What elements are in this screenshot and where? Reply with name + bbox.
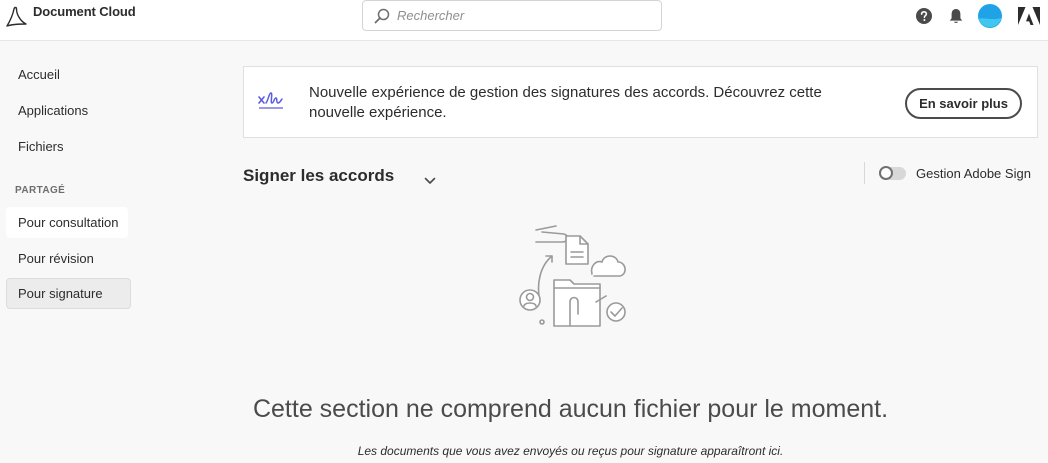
info-banner: Nouvelle expérience de gestion des signa… <box>243 66 1038 138</box>
empty-state-illustration <box>516 222 634 337</box>
toggle-label: Gestion Adobe Sign <box>916 166 1031 181</box>
agreements-dropdown[interactable]: Signer les accords <box>243 166 436 190</box>
adobe-logo-icon[interactable] <box>1018 7 1040 31</box>
empty-state-title: Cette section ne comprend aucun fichier … <box>252 395 889 423</box>
sidebar-item-pour-signature[interactable]: Pour signature <box>6 278 131 309</box>
help-icon[interactable] <box>916 8 932 29</box>
search-input[interactable] <box>397 1 652 30</box>
adobe-sign-toggle[interactable] <box>879 166 906 180</box>
search-box[interactable] <box>362 0 662 31</box>
avatar[interactable] <box>978 4 1002 33</box>
search-icon <box>374 8 390 29</box>
page-title: Signer les accords <box>243 166 395 185</box>
signature-icon <box>258 91 284 116</box>
sidebar-item-fichiers[interactable]: Fichiers <box>6 131 131 162</box>
bell-icon[interactable] <box>948 8 964 30</box>
sidebar-item-accueil[interactable]: Accueil <box>6 59 131 90</box>
app-title: Document Cloud <box>33 4 136 19</box>
sidebar-item-pour-consultation[interactable]: Pour consultation <box>6 207 128 238</box>
sidebar-section-label: PARTAGÉ <box>15 185 66 196</box>
top-bar: Document Cloud <box>0 0 1048 41</box>
learn-more-button[interactable]: En savoir plus <box>905 88 1022 119</box>
acrobat-logo-icon[interactable] <box>4 5 28 29</box>
banner-message: Nouvelle expérience de gestion des signa… <box>309 84 822 121</box>
chevron-down-icon[interactable] <box>424 172 436 190</box>
divider <box>864 162 865 184</box>
sidebar-item-pour-revision[interactable]: Pour révision <box>6 243 131 274</box>
empty-state-subtitle: Les documents que vous avez envoyés ou r… <box>357 444 784 458</box>
sidebar: Accueil Applications Fichiers PARTAGÉ Po… <box>0 41 138 463</box>
sidebar-item-applications[interactable]: Applications <box>6 95 131 126</box>
toggle-knob <box>879 166 893 180</box>
